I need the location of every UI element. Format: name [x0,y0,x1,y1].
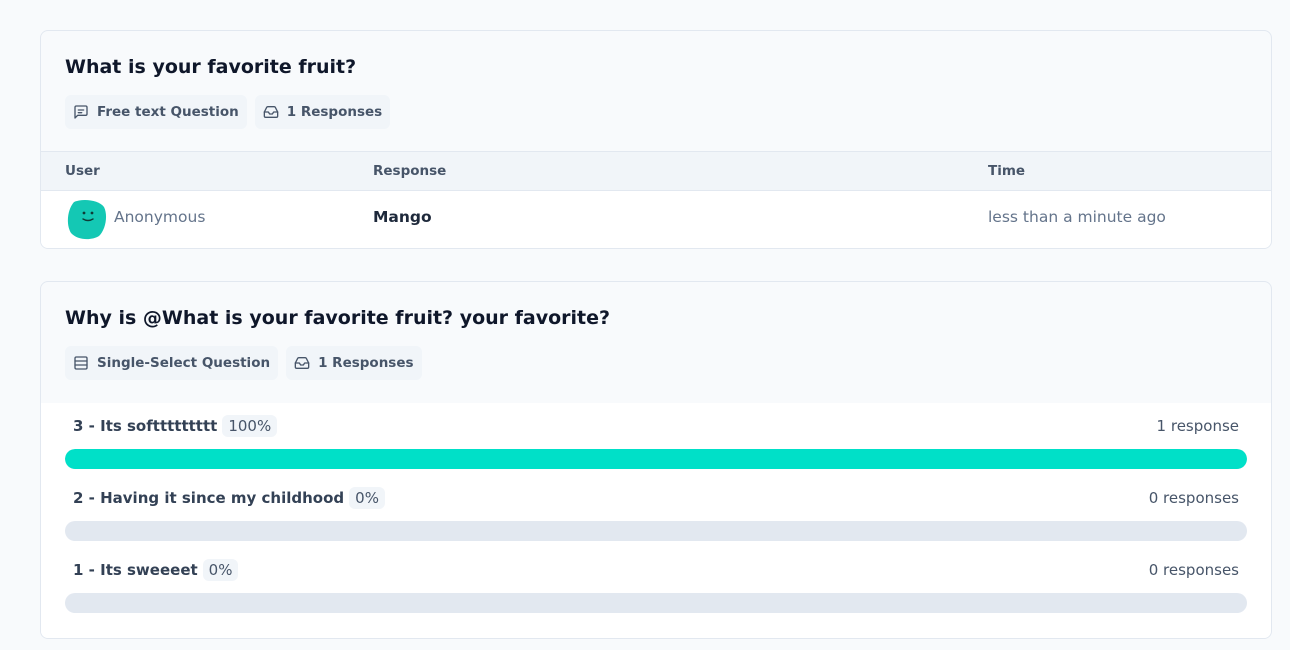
choice-result: 1 - Its sweeeet 0% 0 responses [41,547,1271,619]
choice-percentage: 0% [202,559,239,581]
inbox-icon [294,357,310,369]
responses-count-badge: 1 Responses [254,95,391,129]
choice-progress-bar [65,521,1247,541]
table-row[interactable]: Anonymous Mango less than a minute ago [41,191,1271,248]
message-square-icon [74,105,88,119]
choice-label: 3 - Its softtttttttt [73,417,218,435]
question-type-badge: Free text Question [65,95,247,129]
question-type-label: Single-Select Question [97,355,271,371]
responses-table-header: User Response Time [41,151,1271,191]
choice-result: 2 - Having it since my childhood 0% 0 re… [41,475,1271,547]
question-title: Why is @What is your favorite fruit? you… [65,307,611,329]
choice-result: 3 - Its softtttttttt 100% 1 response [41,403,1271,475]
column-header-response: Response [373,163,447,179]
column-header-time: Time [988,163,1026,179]
choice-response-count: 0 responses [1148,561,1239,579]
choice-percentage: 0% [349,487,385,509]
question-tags: Free text Question 1 Responses [65,95,391,129]
response-value: Mango [373,208,432,226]
question-tags: Single-Select Question 1 Responses [65,346,422,380]
response-time: less than a minute ago [988,208,1166,226]
responses-count-label: 1 Responses [286,104,383,120]
question-card-single-select: Why is @What is your favorite fruit? you… [40,281,1272,639]
column-header-user: User [65,163,100,179]
inbox-icon [263,106,279,118]
question-type-label: Free text Question [97,104,239,120]
choice-label: 2 - Having it since my childhood [73,489,345,507]
list-icon [74,356,88,370]
choice-percentage: 100% [222,415,278,437]
avatar [67,199,107,240]
question-card-free-text: What is your favorite fruit? Free text Q… [40,30,1272,249]
choice-response-count: 0 responses [1148,489,1239,507]
choice-progress-fill [65,449,1247,469]
choice-progress-bar [65,593,1247,613]
choice-label: 1 - Its sweeeet [73,561,198,579]
responses-count-badge: 1 Responses [286,346,422,380]
user-name: Anonymous [114,208,206,226]
question-title: What is your favorite fruit? [65,56,357,78]
responses-count-label: 1 Responses [318,355,414,371]
choice-response-count: 1 response [1156,417,1239,435]
choice-results: 3 - Its softtttttttt 100% 1 response 2 -… [41,403,1271,638]
choice-progress-bar [65,449,1247,469]
question-type-badge: Single-Select Question [65,346,279,380]
